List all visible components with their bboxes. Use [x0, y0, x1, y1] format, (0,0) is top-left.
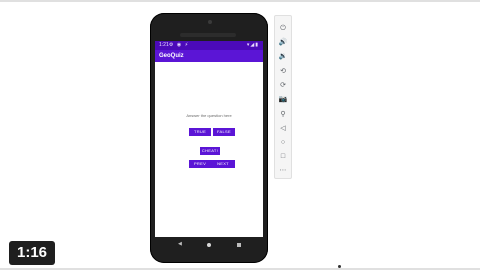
earpiece-speaker — [180, 33, 236, 37]
signal-battery-icons: ▾◢▮ — [246, 42, 259, 48]
android-emulator-phone: 1:21 ⚙ ◉ ⚡ ▾◢▮ GeoQuiz Answer the questi… — [150, 13, 268, 263]
prev-button[interactable]: PREV — [189, 160, 212, 168]
true-button[interactable]: TRUE — [189, 128, 211, 136]
status-bar: 1:21 ⚙ ◉ ⚡ ▾◢▮ — [155, 41, 263, 50]
question-text: Answer the question here — [186, 113, 232, 118]
video-timestamp: 1:16 — [9, 241, 55, 265]
zoom-icon[interactable]: ⚲ — [275, 110, 291, 120]
navigation-bar: ◀ — [150, 236, 268, 258]
rotate-right-icon[interactable]: ⟳ — [275, 81, 291, 91]
app-title: GeoQuiz — [159, 53, 184, 59]
front-camera — [208, 20, 212, 24]
cheat-button[interactable]: CHEAT! — [200, 147, 220, 155]
notification-icons: ⚙ ◉ ⚡ — [169, 42, 190, 48]
volume-up-icon[interactable]: 🔊 — [275, 38, 291, 48]
nav-recents-icon[interactable] — [237, 243, 241, 247]
false-button[interactable]: FALSE — [213, 128, 235, 136]
home-icon[interactable]: ○ — [275, 138, 291, 148]
emulator-toolbar: ⏻ 🔊 🔉 ⟲ ⟳ 📷 ⚲ ◁ ○ □ ⋯ — [274, 15, 292, 179]
app-bar: GeoQuiz — [155, 50, 263, 62]
nav-home-icon[interactable] — [207, 243, 211, 247]
volume-down-icon[interactable]: 🔉 — [275, 52, 291, 62]
camera-icon[interactable]: 📷 — [275, 95, 291, 105]
top-border — [0, 0, 480, 2]
next-button[interactable]: NEXT — [211, 160, 235, 168]
rotate-left-icon[interactable]: ⟲ — [275, 67, 291, 77]
mouse-cursor — [338, 265, 341, 268]
more-icon[interactable]: ⋯ — [275, 166, 291, 176]
nav-back-icon[interactable]: ◀ — [178, 241, 182, 247]
overview-icon[interactable]: □ — [275, 152, 291, 162]
phone-screen[interactable]: 1:21 ⚙ ◉ ⚡ ▾◢▮ GeoQuiz Answer the questi… — [155, 41, 263, 237]
status-time: 1:21 — [159, 42, 169, 48]
power-icon[interactable]: ⏻ — [275, 24, 291, 34]
back-icon[interactable]: ◁ — [275, 124, 291, 134]
quiz-content: Answer the question here TRUE FALSE CHEA… — [155, 62, 263, 237]
